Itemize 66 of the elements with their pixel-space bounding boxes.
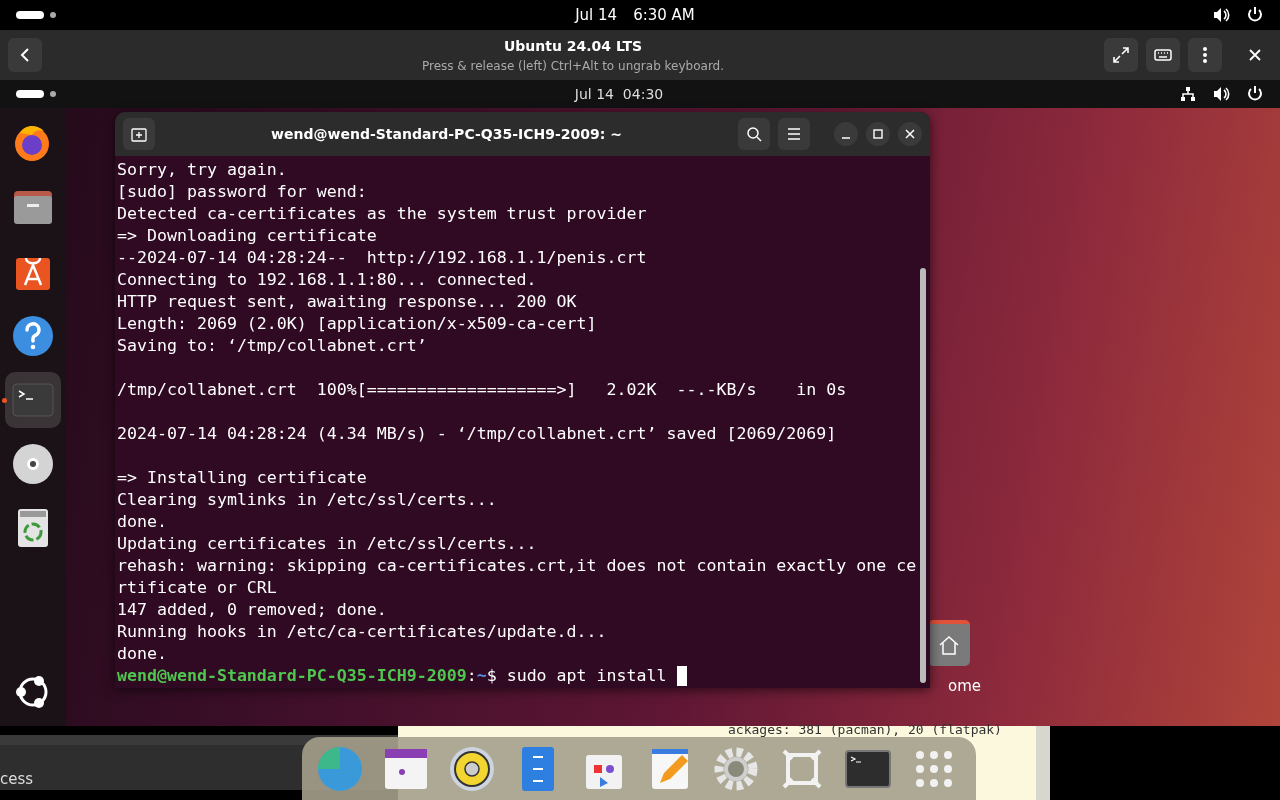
desktop-icon-label: ome xyxy=(948,676,982,697)
terminal-output-line: => Installing certificate xyxy=(117,467,368,489)
close-icon xyxy=(905,129,915,139)
terminal-output-line: ackages: 381 (pacman), 20 (flatpak) xyxy=(728,721,1002,739)
fullscreen-icon xyxy=(1113,47,1129,63)
terminal-output-line: [sudo] password for wend: xyxy=(117,181,368,203)
back-button[interactable] xyxy=(8,38,42,72)
terminal-output-line: rehash: warning: skipping ca-certificates.crt,it does not contain exactly one ce xyxy=(117,555,918,577)
help-icon xyxy=(10,313,56,359)
terminal-output-line: 2024-07-14 04:28:24 (4.34 MB/s) - ‘/tmp/collabnet.crt’ saved [2069/2069] xyxy=(117,423,838,445)
power-icon[interactable] xyxy=(1246,85,1264,103)
clock-time: 6:30 AM xyxy=(633,4,695,26)
close-icon xyxy=(1249,49,1261,61)
window-text: cess xyxy=(0,769,34,790)
new-tab-icon xyxy=(131,126,147,142)
clock: Jul 14 04:30 xyxy=(574,84,664,104)
terminal-output-line: Saving to: ‘/tmp/collabnet.crt’ xyxy=(117,335,428,357)
terminal-output-line: Connecting to 192.168.1.1:80... connected. xyxy=(117,269,538,291)
terminal-output-line: done. xyxy=(117,643,168,665)
search-icon xyxy=(746,126,762,142)
minimize-button[interactable] xyxy=(834,122,858,146)
terminal-output-line: --2024-07-14 04:28:24-- http://192.168.1.1/penis.crt xyxy=(117,247,648,269)
maximize-icon xyxy=(873,129,883,139)
keyboard-icon xyxy=(1154,49,1172,61)
disc-icon xyxy=(10,441,56,487)
terminal-output-line: Running hooks in /etc/ca-certificates/update.d... xyxy=(117,621,608,643)
terminal-output-line: Detected ca-certificates as the system trust provider xyxy=(117,203,648,225)
menu-button[interactable] xyxy=(778,118,810,150)
volume-icon[interactable] xyxy=(1212,6,1230,24)
prompt-separator: : xyxy=(466,665,477,687)
clock-date: Jul 14 xyxy=(575,4,618,26)
activities-indicator[interactable] xyxy=(16,9,58,21)
terminal-output-line: Updating certificates in /etc/ssl/certs... xyxy=(117,533,538,555)
close-button[interactable] xyxy=(898,122,922,146)
new-tab-button[interactable] xyxy=(123,118,155,150)
prompt-path: ~ xyxy=(476,665,487,687)
terminal-output-line: => Downloading certificate xyxy=(117,225,378,247)
command-input[interactable]: $ sudo apt install xyxy=(486,665,677,687)
vm-title: Ubuntu 24.04 LTS xyxy=(503,36,643,56)
volume-icon[interactable] xyxy=(1212,85,1230,103)
terminal-output-line: Length: 2069 (2.0K) [application/x-x509-ca-cert] xyxy=(117,313,598,335)
more-options-icon xyxy=(1203,47,1207,63)
home-folder-icon[interactable] xyxy=(928,620,970,666)
scrollbar[interactable] xyxy=(920,268,926,683)
keyboard-button[interactable] xyxy=(1146,38,1180,72)
terminal-output-line: HTTP request sent, awaiting response... 200 OK xyxy=(117,291,578,313)
prompt-user: wend@wend-Standard-PC-Q35-ICH9-2009 xyxy=(117,665,467,687)
minimize-icon xyxy=(841,137,851,139)
vm-subtitle: Press & release (left) Ctrl+Alt to ungrab keyboard. xyxy=(421,57,725,75)
terminal-output-line: Clearing symlinks in /etc/ssl/certs... xyxy=(117,489,498,511)
window-title: wend@wend-Standard-PC-Q35-ICH9-2009: ~ xyxy=(271,125,622,142)
terminal-output-line: /tmp/collabnet.crt 100%[===================>] 2.02K --.-KB/s in 0s xyxy=(117,379,848,401)
menu-icon xyxy=(787,128,801,140)
terminal-output-line: done. xyxy=(117,511,168,533)
fullscreen-button[interactable] xyxy=(1104,38,1138,72)
terminal-output-line: Sorry, try again. xyxy=(117,159,288,181)
maximize-button[interactable] xyxy=(866,122,890,146)
terminal-output-line: 147 added, 0 removed; done. xyxy=(117,599,388,621)
menu-button[interactable] xyxy=(1188,38,1222,72)
activities-indicator[interactable] xyxy=(16,88,58,100)
search-button[interactable] xyxy=(738,118,770,150)
power-icon[interactable] xyxy=(1246,6,1264,24)
terminal-output-line: rtificate or CRL xyxy=(117,577,278,599)
house-icon xyxy=(938,634,960,656)
text-cursor xyxy=(676,666,687,686)
network-icon[interactable] xyxy=(1180,86,1196,102)
